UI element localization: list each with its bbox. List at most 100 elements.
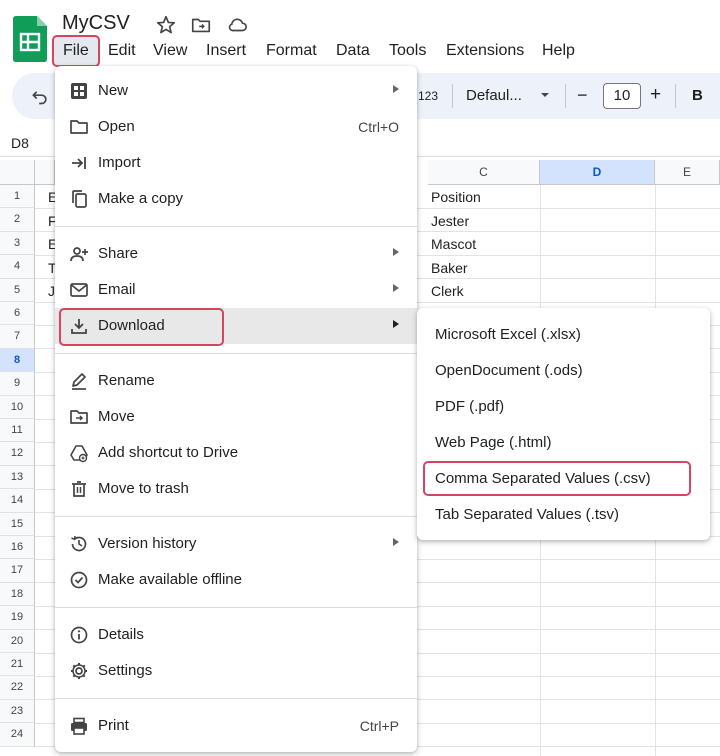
download-xlsx[interactable]: Microsoft Excel (.xlsx) <box>435 326 581 343</box>
row-header[interactable]: 20 <box>0 629 35 653</box>
row-header[interactable]: 18 <box>0 582 35 607</box>
submenu-arrow-icon <box>393 320 399 328</box>
download-ods[interactable]: OpenDocument (.ods) <box>435 362 583 379</box>
cell-a5[interactable]: J <box>48 283 55 299</box>
row-header[interactable]: 14 <box>0 489 35 513</box>
cloud-saved-icon[interactable] <box>226 14 248 36</box>
menu-item-label: Settings <box>98 662 153 679</box>
menu-data[interactable]: Data <box>336 42 370 60</box>
menu-tools[interactable]: Tools <box>389 42 426 60</box>
row-header[interactable]: 13 <box>0 465 35 490</box>
row-header[interactable]: 12 <box>0 442 35 466</box>
info-icon <box>70 626 88 644</box>
copy-icon <box>72 190 87 208</box>
download-pdf[interactable]: PDF (.pdf) <box>435 398 504 415</box>
menu-item-settings[interactable]: Settings <box>55 653 417 689</box>
toolbar-divider <box>675 84 676 108</box>
row-header[interactable]: 17 <box>0 559 35 583</box>
new-sheet-icon <box>71 83 87 99</box>
cell-c5[interactable]: Clerk <box>431 283 464 299</box>
toolbar-divider <box>565 84 566 108</box>
download-html[interactable]: Web Page (.html) <box>435 434 551 451</box>
row-header[interactable]: 3 <box>0 231 35 256</box>
cell-c2[interactable]: Jester <box>431 213 469 229</box>
cell-c3[interactable]: Mascot <box>431 236 476 252</box>
row-header[interactable]: 23 <box>0 699 35 724</box>
document-title[interactable]: MyCSV <box>62 12 130 35</box>
row-header[interactable]: 21 <box>0 653 35 677</box>
rename-pencil-icon <box>72 373 86 390</box>
menu-item-print[interactable]: Print Ctrl+P <box>55 708 417 744</box>
column-header-a[interactable] <box>35 160 55 185</box>
row-header[interactable]: 15 <box>0 512 35 536</box>
move-folder-icon[interactable] <box>190 14 212 36</box>
gear-icon <box>71 663 87 679</box>
row-header[interactable]: 7 <box>0 325 35 349</box>
shortcut-label: Ctrl+O <box>358 119 399 135</box>
row-header[interactable]: 24 <box>0 723 35 747</box>
menu-item-label: Open <box>98 118 135 135</box>
menu-view[interactable]: View <box>153 42 187 60</box>
row-header[interactable]: 2 <box>0 208 35 232</box>
cell-c1[interactable]: Position <box>431 189 481 205</box>
menu-extensions[interactable]: Extensions <box>446 42 524 60</box>
email-icon <box>70 283 88 297</box>
increase-font-size-button[interactable]: + <box>650 84 661 106</box>
menu-item-label: Move to trash <box>98 480 189 497</box>
number-format-button[interactable]: 123 <box>418 89 438 103</box>
menu-item-rename[interactable]: Rename <box>55 363 417 399</box>
menu-item-label: Make a copy <box>98 190 184 207</box>
menu-item-move[interactable]: Move <box>55 399 417 435</box>
trash-icon <box>72 481 86 497</box>
menu-item-add-shortcut[interactable]: Add shortcut to Drive <box>55 435 417 471</box>
menu-item-import[interactable]: Import <box>55 145 417 181</box>
font-family-select[interactable]: Defaul... <box>466 87 522 104</box>
menu-format[interactable]: Format <box>266 42 317 60</box>
import-icon <box>72 157 86 169</box>
toolbar-divider <box>452 84 453 108</box>
name-box[interactable]: D8 <box>11 135 29 151</box>
menu-item-new[interactable]: New <box>55 73 417 109</box>
font-size-input[interactable]: 10 <box>603 83 641 109</box>
row-header[interactable]: 11 <box>0 419 35 443</box>
menu-divider <box>55 226 417 227</box>
chevron-down-icon[interactable] <box>540 91 550 99</box>
menu-item-open[interactable]: Open Ctrl+O <box>55 109 417 145</box>
column-header-d[interactable]: D <box>540 160 655 185</box>
menu-file[interactable]: File <box>63 42 89 60</box>
menu-item-email[interactable]: Email <box>55 272 417 308</box>
menu-item-share[interactable]: Share <box>55 236 417 272</box>
row-header-selected[interactable]: 8 <box>0 348 35 373</box>
submenu-arrow-icon <box>393 248 399 256</box>
row-header[interactable]: 10 <box>0 395 35 419</box>
menu-insert[interactable]: Insert <box>206 42 246 60</box>
menu-divider <box>55 698 417 699</box>
select-all-corner[interactable] <box>0 160 35 185</box>
row-header[interactable]: 1 <box>0 185 35 209</box>
row-header[interactable]: 9 <box>0 372 35 396</box>
star-icon[interactable] <box>155 14 177 36</box>
undo-icon[interactable] <box>30 86 50 106</box>
menu-divider <box>55 607 417 608</box>
menu-help[interactable]: Help <box>542 42 575 60</box>
menu-item-move-to-trash[interactable]: Move to trash <box>55 471 417 507</box>
row-header[interactable]: 4 <box>0 255 35 279</box>
row-header[interactable]: 6 <box>0 302 35 326</box>
download-tsv[interactable]: Tab Separated Values (.tsv) <box>435 506 619 523</box>
column-header-e[interactable]: E <box>655 160 720 185</box>
row-header[interactable]: 19 <box>0 606 35 630</box>
menu-item-label: Import <box>98 154 141 171</box>
row-header[interactable]: 5 <box>0 278 35 302</box>
menu-item-details[interactable]: Details <box>55 617 417 653</box>
row-header[interactable]: 22 <box>0 676 35 700</box>
menu-item-make-offline[interactable]: Make available offline <box>55 562 417 598</box>
row-header[interactable]: 16 <box>0 536 35 560</box>
decrease-font-size-button[interactable]: − <box>577 85 588 106</box>
bold-button[interactable]: B <box>692 87 703 104</box>
google-sheets-logo-icon[interactable] <box>13 16 47 62</box>
menu-item-version-history[interactable]: Version history <box>55 526 417 562</box>
cell-c4[interactable]: Baker <box>431 260 468 276</box>
menu-edit[interactable]: Edit <box>108 42 136 60</box>
column-header-c[interactable]: C <box>428 160 540 185</box>
menu-item-make-copy[interactable]: Make a copy <box>55 181 417 217</box>
